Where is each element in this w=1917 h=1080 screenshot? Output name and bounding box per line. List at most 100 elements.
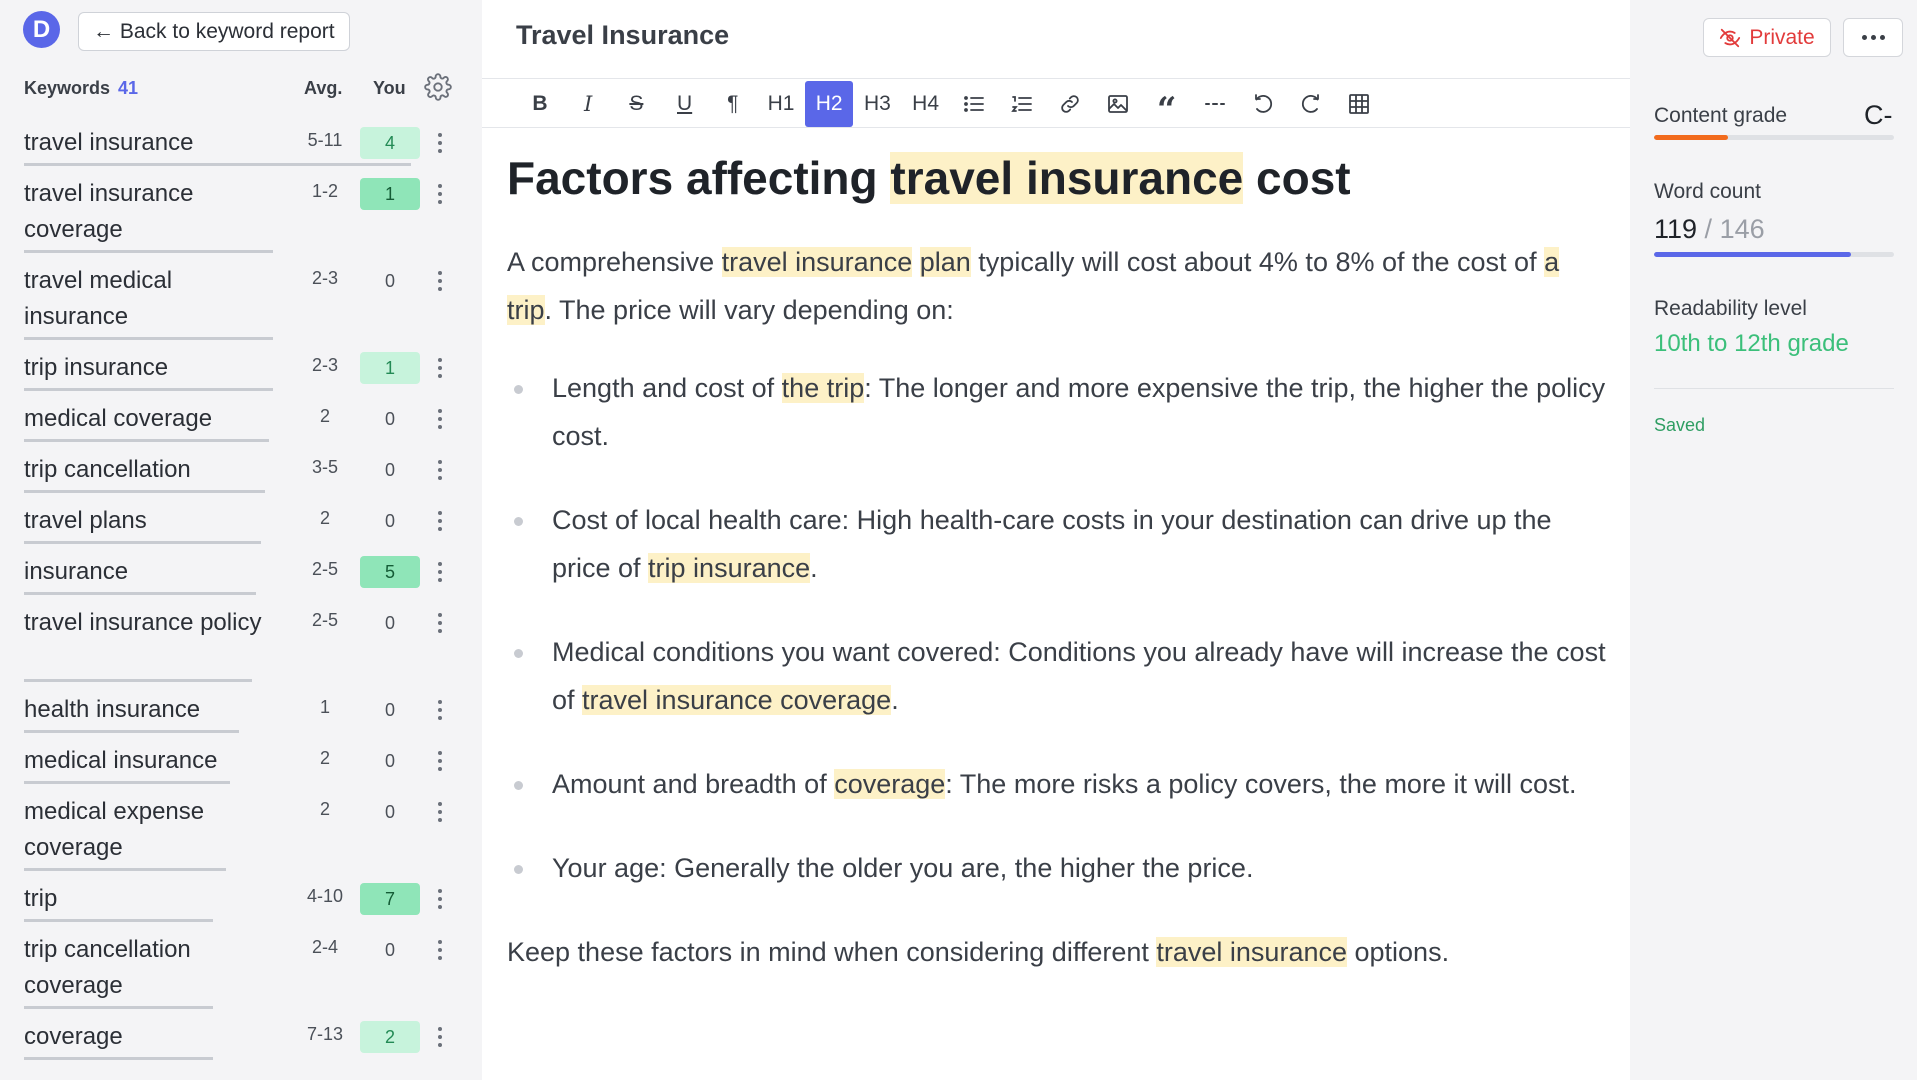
keywords-sidebar: D ← Back to keyword report Keywords 41 Av… [0,0,480,1080]
keyword-menu-icon[interactable] [432,695,448,725]
toolbar-link-button[interactable] [1046,81,1094,127]
quote-icon: “ [1156,90,1177,130]
keyword-you-count: 0 [384,510,395,531]
app-window: D ← Back to keyword report Keywords 41 Av… [0,0,1917,1080]
content-heading[interactable]: Factors affecting travel insurance cost [507,146,1607,210]
keyword-row[interactable]: trip insurance 2-3 1 [0,340,480,391]
keyword-you-count: 2 [360,1021,420,1053]
keyword-avg: 1 [319,697,330,717]
keyword-you-count: 0 [384,612,395,633]
keyword-row[interactable]: travel medical insurance 2-3 0 [0,253,480,340]
keyword-row[interactable]: trip 4-10 7 [0,871,480,922]
toolbar-h3-button[interactable]: H3 [853,81,901,127]
toolbar-paragraph-button[interactable]: ¶ [709,81,757,127]
keyword-menu-icon[interactable] [432,404,448,434]
redo-icon [1302,94,1320,113]
readability-label: Readability level [1654,297,1807,320]
keyword-avg: 4-10 [306,886,344,906]
keyword-menu-icon[interactable] [432,506,448,536]
keyword-term: trip insurance [24,354,169,381]
keyword-menu-icon[interactable] [432,266,448,296]
keyword-menu-icon[interactable] [432,884,448,914]
keyword-you-count: 4 [360,127,420,159]
toolbar-strikethrough-button[interactable]: S [612,81,660,127]
text-run: . The price will vary depending on: [544,295,954,325]
keyword-menu-icon[interactable] [432,935,448,965]
toolbar-underline-button[interactable]: U [661,81,709,127]
keyword-term: travel plans [24,507,147,534]
word-count-value: 119 [1654,214,1698,244]
toolbar-image-button[interactable] [1094,81,1142,127]
keyword-you-count: 0 [384,270,395,291]
keyword-highlight: travel insurance [721,247,913,277]
h3-icon: H3 [863,92,891,115]
content-grade-progress [1654,135,1894,140]
closing-paragraph[interactable]: Keep these factors in mind when consider… [507,928,1607,976]
keyword-menu-icon[interactable] [432,746,448,776]
toolbar-bold-button[interactable]: B [516,81,564,127]
more-dot-icon [1861,35,1867,40]
keyword-term: medical insurance [24,747,218,774]
back-to-keyword-report-button[interactable]: ← Back to keyword report [78,12,350,51]
keyword-menu-icon[interactable] [432,128,448,158]
keyword-avg: 2 [319,799,330,819]
toolbar-bullet-list-button[interactable] [950,81,998,127]
keyword-row[interactable]: coverage 7-13 2 [0,1009,480,1060]
document-title[interactable]: Travel Insurance [516,20,729,51]
keyword-menu-icon[interactable] [432,455,448,485]
keyword-row[interactable]: health insurance 1 0 [0,682,480,733]
keyword-menu-icon[interactable] [432,353,448,383]
keyword-term: medical expense coverage [24,798,205,861]
factor-list-item[interactable]: Medical conditions you want covered: Con… [507,628,1607,724]
keyword-term: coverage [24,1023,123,1050]
app-logo[interactable]: D [23,11,60,48]
keyword-avg: 2 [319,508,330,528]
keyword-menu-icon[interactable] [432,1022,448,1052]
toolbar-italic-button[interactable]: I [564,81,612,127]
toolbar-quote-button[interactable]: “ [1143,81,1191,130]
keyword-row[interactable]: travel insurance policy 2-5 0 [0,595,480,682]
keyword-row[interactable]: travel plans 2 0 [0,493,480,544]
factor-list-item[interactable]: Your age: Generally the older you are, t… [507,844,1607,892]
editor-content[interactable]: Factors affecting travel insurance cost … [507,146,1607,976]
factor-list-item[interactable]: Amount and breadth of coverage: The more… [507,760,1607,808]
keywords-title: Keywords 41 [24,78,139,98]
keyword-row[interactable]: insurance 2-5 5 [0,544,480,595]
keyword-term: health insurance [24,696,201,723]
strikethrough-icon: S [629,92,644,115]
keyword-menu-icon[interactable] [432,797,448,827]
keyword-row[interactable]: medical coverage 2 0 [0,391,480,442]
private-button[interactable]: Private [1703,18,1831,57]
keyword-you-count: 0 [384,750,395,771]
keyword-row[interactable]: trip cancellation 3-5 0 [0,442,480,493]
keyword-row[interactable]: travel insurance coverage 1-2 1 [0,166,480,253]
toolbar-h2-button[interactable]: H2 [805,81,854,127]
keyword-menu-icon[interactable] [432,557,448,587]
toolbar-h4-button[interactable]: H4 [902,81,950,127]
keyword-usage-bar [24,1057,213,1060]
intro-paragraph[interactable]: A comprehensive travel insurance plan ty… [507,238,1607,334]
keyword-menu-icon[interactable] [432,179,448,209]
keyword-you-count: 1 [360,178,420,210]
toolbar-h1-button[interactable]: H1 [757,81,805,127]
factor-list[interactable]: Length and cost of the trip: The longer … [507,364,1607,892]
keyword-avg: 3-5 [311,457,338,477]
toolbar-undo-button[interactable] [1239,81,1287,127]
gear-icon[interactable] [424,73,452,101]
more-options-button[interactable] [1843,18,1903,57]
toolbar-horizontal-rule-button[interactable] [1191,81,1239,127]
toolbar-redo-button[interactable] [1287,81,1335,127]
keyword-menu-icon[interactable] [432,608,448,638]
keyword-row[interactable]: medical expense coverage 2 0 [0,784,480,871]
keyword-row[interactable]: travel insurance 5-11 4 [0,115,480,166]
keyword-row[interactable]: trip cancellation coverage 2-4 0 [0,922,480,1009]
bold-icon: B [532,92,548,115]
keyword-row[interactable]: medical insurance 2 0 [0,733,480,784]
keyword-avg: 2-3 [311,355,338,375]
keyword-avg: 2-5 [311,610,338,630]
keyword-highlight: travel insurance [1156,937,1347,967]
toolbar-ordered-list-button[interactable] [998,81,1046,127]
toolbar-table-button[interactable] [1335,81,1383,127]
factor-list-item[interactable]: Cost of local health care: High health-c… [507,496,1607,592]
factor-list-item[interactable]: Length and cost of the trip: The longer … [507,364,1607,460]
